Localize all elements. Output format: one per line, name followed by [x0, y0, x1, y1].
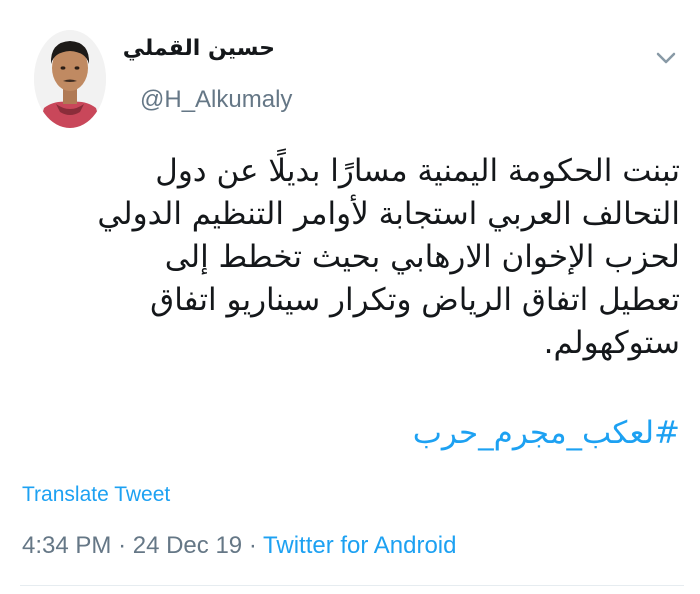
tweet-text-line: التحالف العربي استجابة لأوامر التنظيم ال…	[97, 196, 680, 232]
separator: ·	[248, 532, 257, 559]
chevron-down-icon[interactable]	[654, 48, 678, 68]
translate-tweet-link[interactable]: Translate Tweet	[22, 483, 170, 507]
tweet-metadata: 4:34 PM · 24 Dec 19 · Twitter for Androi…	[22, 532, 456, 560]
profile-photo	[34, 30, 106, 128]
hashtag-link[interactable]: #لعكب_مجرم_حرب	[260, 412, 680, 455]
tweet-text-line: تبنت الحكومة اليمنية مسارًا بديلًا عن دو…	[155, 153, 680, 189]
avatar[interactable]	[34, 30, 106, 128]
tweet-detail: حسين القملي @H_Alkumaly تبنت الحكومة الي…	[0, 0, 700, 594]
divider	[20, 585, 684, 586]
tweet-text: تبنت الحكومة اليمنية مسارًا بديلًا عن دو…	[60, 150, 680, 365]
author-name[interactable]: حسين القملي	[123, 36, 275, 61]
author-handle[interactable]: @H_Alkumaly	[140, 86, 292, 114]
tweet-date: 24 Dec 19	[132, 532, 243, 559]
tweet-source-link[interactable]: Twitter for Android	[263, 532, 456, 559]
tweet-text-line: تعطيل اتفاق الرياض وتكرار سيناريو اتفاق	[150, 282, 680, 318]
tweet-text-line: لحزب الإخوان الارهابي بحيث تخطط إلى	[164, 239, 680, 275]
tweet-text-line: ستوكهولم.	[543, 325, 680, 361]
separator: ·	[118, 532, 127, 559]
tweet-time: 4:34 PM	[22, 532, 112, 559]
